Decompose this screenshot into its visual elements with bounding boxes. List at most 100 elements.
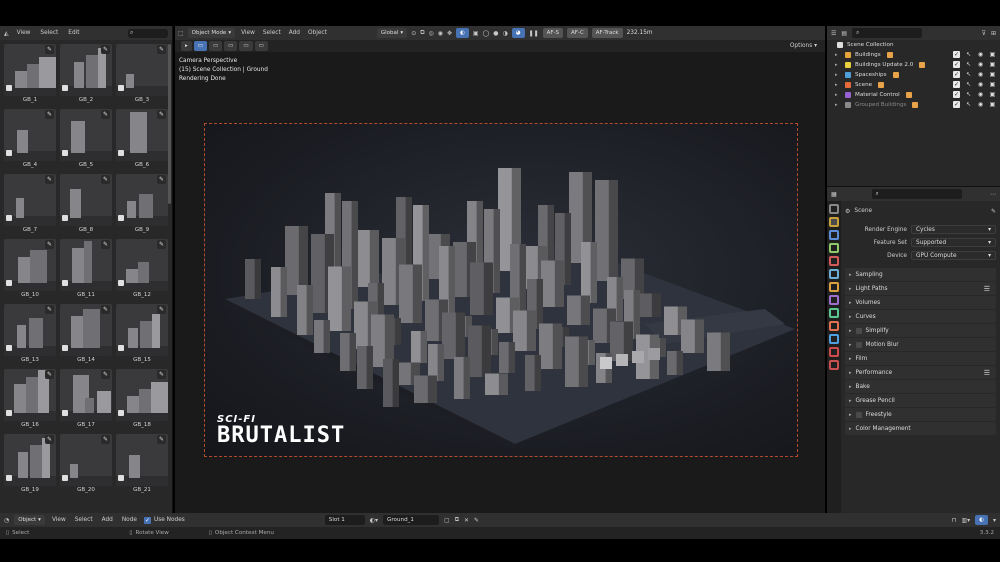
eye-icon[interactable]: ◉ [977, 61, 984, 68]
snap-icon[interactable]: ⧉ [420, 29, 424, 37]
duplicate-material-icon[interactable]: ⧉ [455, 516, 459, 524]
expand-arrow-icon[interactable]: ▸ [835, 102, 841, 108]
select-mode-intersect-icon[interactable]: ▭ [254, 41, 268, 51]
edit-asset-icon[interactable]: ✎ [45, 175, 54, 184]
material-name-field[interactable]: Ground_1 [383, 515, 440, 525]
node-menu-node[interactable]: Node [120, 517, 139, 523]
unlink-icon[interactable]: ✕ [464, 517, 469, 524]
device-dropdown[interactable]: GPU Compute ▾ [911, 251, 996, 260]
panel-enable-checkbox[interactable] [855, 411, 862, 418]
edit-asset-icon[interactable]: ✎ [101, 45, 110, 54]
visibility-icon[interactable]: ◉ [438, 30, 443, 37]
xray-icon[interactable]: ▣ [473, 30, 479, 37]
panel-sampling[interactable]: ▸ Sampling [845, 268, 996, 281]
include-checkbox[interactable]: ✓ [953, 61, 960, 68]
asset-tile[interactable]: ✎ GB_12 [114, 237, 170, 302]
properties-tab-icon[interactable] [829, 230, 839, 240]
material-slot-dropdown[interactable]: Slot 1 [324, 515, 365, 525]
panel-film[interactable]: ▸ Film [845, 352, 996, 365]
camera-icon[interactable]: ▣ [989, 101, 996, 108]
edit-asset-icon[interactable]: ✎ [157, 370, 166, 379]
outliner-root[interactable]: Scene Collection [827, 40, 1000, 50]
3d-viewport[interactable]: ⬚ Object Mode ▾ View Select Add Object Gl… [175, 26, 825, 513]
asset-tile[interactable]: ✎ GB_20 [58, 432, 114, 497]
panel-curves[interactable]: ▸ Curves [845, 310, 996, 323]
edit-asset-icon[interactable]: ✎ [157, 110, 166, 119]
include-checkbox[interactable]: ✓ [953, 71, 960, 78]
asset-tile[interactable]: ✎ GB_17 [58, 367, 114, 432]
include-checkbox[interactable]: ✓ [953, 101, 960, 108]
properties-tab-icon[interactable] [829, 256, 839, 266]
editor-type-icon[interactable]: ◭ [4, 30, 9, 37]
camera-icon[interactable]: ▣ [989, 61, 996, 68]
edit-asset-icon[interactable]: ✎ [157, 45, 166, 54]
select-arrow-icon[interactable]: ↖ [965, 51, 972, 58]
panel-color-management[interactable]: ▸ Color Management [845, 422, 996, 435]
asset-tile[interactable]: ✎ GB_4 [2, 107, 58, 172]
pause-icon[interactable]: ❚❚ [529, 30, 539, 37]
select-arrow-icon[interactable]: ↖ [965, 71, 972, 78]
edit-asset-icon[interactable]: ✎ [101, 370, 110, 379]
edit-asset-icon[interactable]: ✎ [45, 435, 54, 444]
panel-performance[interactable]: ▸ Performance ☰ [845, 366, 996, 379]
outliner-collection-row[interactable]: ▸ Grouped Buildings ✓ ↖ ◉ ▣ [827, 100, 1000, 110]
properties-tab-icon[interactable] [829, 308, 839, 318]
outliner-collection-row[interactable]: ▸ Spaceships ✓ ↖ ◉ ▣ [827, 70, 1000, 80]
presets-icon[interactable]: ☰ [984, 369, 990, 377]
overlay-toggle[interactable]: ◐ [456, 28, 469, 38]
edit-asset-icon[interactable]: ✎ [101, 305, 110, 314]
viewport-menu-add[interactable]: Add [287, 30, 302, 36]
snap-icon[interactable]: ⊓ [952, 517, 957, 524]
select-mode-extend-icon[interactable]: ▭ [208, 41, 223, 51]
viewport-menu-view[interactable]: View [239, 30, 257, 36]
expand-arrow-icon[interactable]: ▸ [835, 52, 841, 58]
include-checkbox[interactable]: ✓ [953, 81, 960, 88]
filter-icon[interactable]: ⊽ [982, 30, 986, 37]
edit-asset-icon[interactable]: ✎ [45, 110, 54, 119]
pin-icon[interactable]: ✎ [991, 208, 996, 215]
overlay-toggle[interactable]: ◐ [975, 515, 988, 525]
edit-asset-icon[interactable]: ✎ [101, 240, 110, 249]
overlay-options-icon[interactable]: ▾ [993, 517, 996, 524]
asset-tile[interactable]: ✎ GB_13 [2, 302, 58, 367]
panel-light-paths[interactable]: ▸ Light Paths ☰ [845, 282, 996, 295]
render-engine-dropdown[interactable]: Cycles ▾ [911, 225, 996, 234]
asset-menu-view[interactable]: View [15, 30, 33, 36]
panel-freestyle[interactable]: ▸ Freestyle [845, 408, 996, 421]
use-nodes-checkbox[interactable]: ✓ Use Nodes [143, 516, 185, 524]
outliner-collection-row[interactable]: ▸ Buildings Update 2.0 ✓ ↖ ◉ ▣ [827, 60, 1000, 70]
editor-type-icon[interactable]: ☰ [831, 30, 836, 37]
properties-tab-icon[interactable] [829, 347, 839, 357]
shader-type-dropdown[interactable]: Object ▾ [14, 515, 45, 525]
asset-tile[interactable]: ✎ GB_18 [114, 367, 170, 432]
include-checkbox[interactable]: ✓ [953, 51, 960, 58]
fake-user-icon[interactable]: ▢ [444, 517, 450, 524]
properties-tab-icon[interactable] [829, 217, 839, 227]
camera-icon[interactable]: ▣ [989, 71, 996, 78]
edit-asset-icon[interactable]: ✎ [157, 175, 166, 184]
asset-scrollbar[interactable] [168, 44, 171, 204]
eye-icon[interactable]: ◉ [977, 101, 984, 108]
asset-search-input[interactable]: ⌕ [128, 28, 168, 38]
camera-icon[interactable]: ▣ [989, 51, 996, 58]
select-arrow-icon[interactable]: ↖ [965, 61, 972, 68]
outliner-search-input[interactable]: ⌕ [852, 28, 923, 38]
panel-enable-checkbox[interactable] [855, 327, 862, 334]
edit-asset-icon[interactable]: ✎ [157, 240, 166, 249]
editor-type-icon[interactable]: ▦ [831, 191, 837, 198]
select-arrow-icon[interactable]: ↖ [965, 101, 972, 108]
af-s-button[interactable]: AF-S [542, 28, 564, 38]
properties-tab-icon[interactable] [829, 204, 839, 214]
snap-options-icon[interactable]: ▥▾ [961, 517, 970, 524]
outliner-collection-row[interactable]: ▸ Material Control ✓ ↖ ◉ ▣ [827, 90, 1000, 100]
viewport-menu-select[interactable]: Select [261, 30, 283, 36]
asset-tile[interactable]: ✎ GB_6 [114, 107, 170, 172]
eye-icon[interactable]: ◉ [977, 71, 984, 78]
edit-asset-icon[interactable]: ✎ [45, 305, 54, 314]
properties-tab-icon[interactable] [829, 334, 839, 344]
af-track-button[interactable]: AF-Track [591, 28, 623, 38]
edit-asset-icon[interactable]: ✎ [45, 240, 54, 249]
pin-icon[interactable]: ⋯ [990, 191, 996, 198]
shading-wireframe-icon[interactable]: ◯ [483, 30, 490, 37]
eye-icon[interactable]: ◉ [977, 81, 984, 88]
